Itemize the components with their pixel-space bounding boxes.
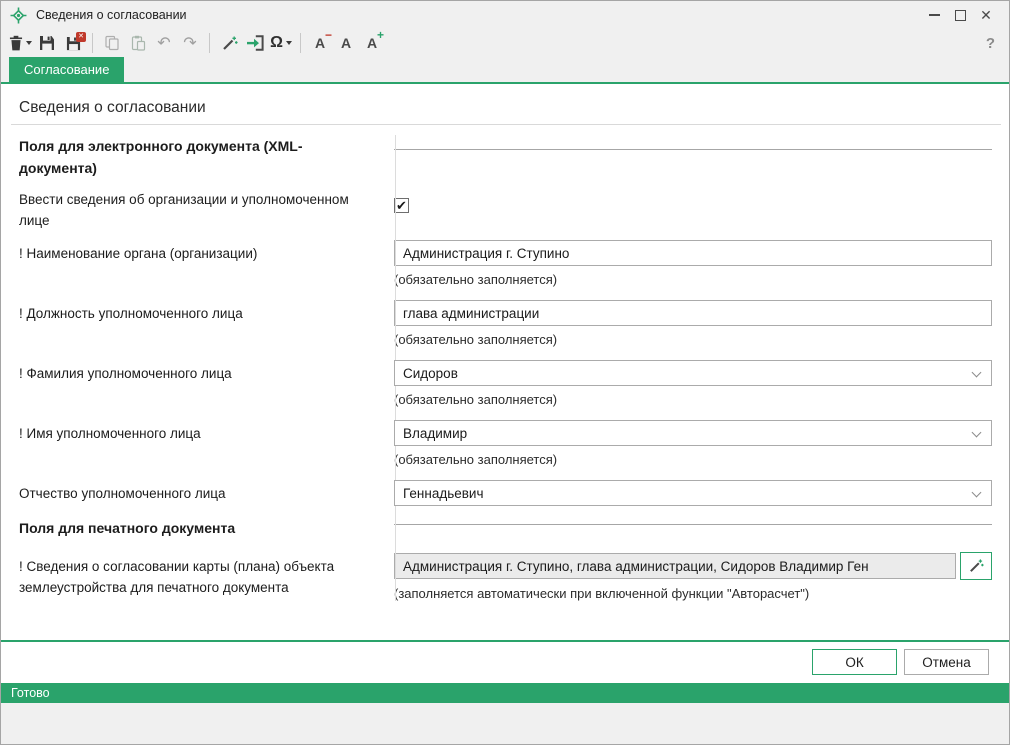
title-bar: Сведения о согласовании ✕ — [1, 1, 1009, 29]
undo-button-disabled[interactable]: ↶ — [151, 30, 177, 56]
minimize-icon — [929, 14, 940, 16]
magic-wand-icon — [968, 558, 984, 574]
window-controls: ✕ — [921, 4, 999, 26]
org-name-input[interactable] — [394, 240, 992, 266]
field-row-org-name: ! Наименование органа (организации) (обя… — [1, 240, 1009, 287]
checkbox-label: Ввести сведения об организации и уполном… — [19, 189, 372, 231]
field-caption: (заполняется автоматически при включенно… — [394, 586, 992, 601]
arrow-into-box-icon — [246, 35, 264, 51]
red-x-badge-icon: ✕ — [76, 32, 86, 42]
form: Поля для электронного документа (XML-док… — [1, 135, 1009, 601]
footer: ОК Отмена — [1, 642, 1009, 683]
copy-icon — [104, 35, 120, 51]
dropdown-caret-icon — [26, 41, 32, 45]
font-increase-icon: A+ — [367, 35, 377, 51]
trash-icon — [9, 35, 23, 51]
toolbar-separator — [300, 33, 301, 53]
section-header-row: Поля для электронного документа (XML-док… — [1, 135, 1009, 179]
delete-button[interactable] — [7, 30, 34, 56]
section-separator-line — [394, 524, 992, 525]
tab-bar: Согласование — [1, 57, 1009, 84]
surname-combobox[interactable]: Сидоров — [394, 360, 992, 386]
org-info-checkbox[interactable]: ✔ — [394, 198, 409, 213]
close-icon: ✕ — [980, 8, 992, 22]
autocalc-button[interactable] — [960, 552, 992, 580]
font-decrease-icon: A− — [315, 35, 325, 51]
tab-soglasovanie[interactable]: Согласование — [9, 57, 124, 82]
font-increase-button[interactable]: A+ — [359, 30, 385, 56]
field-label: ! Имя уполномоченного лица — [19, 420, 372, 444]
field-label: Отчество уполномоченного лица — [19, 480, 372, 504]
field-caption: (обязательно заполняется) — [394, 452, 992, 467]
save-button[interactable] — [34, 30, 60, 56]
crosshair-app-icon — [10, 7, 27, 24]
toolbar: ✕ ↶ ↷ — [1, 29, 1009, 57]
section1-title: Поля для электронного документа (XML-док… — [19, 135, 372, 179]
page-title: Сведения о согласовании — [11, 99, 1001, 125]
chevron-down-icon — [972, 488, 982, 498]
maximize-icon — [955, 10, 966, 21]
content-area: Сведения о согласовании Поля для электро… — [1, 84, 1009, 640]
close-button[interactable]: ✕ — [973, 4, 999, 26]
cancel-button[interactable]: Отмена — [904, 649, 989, 675]
section-header-row: Поля для печатного документа — [1, 517, 1009, 539]
field-row-patronymic: Отчество уполномоченного лица Геннадьеви… — [1, 480, 1009, 506]
field-caption: (обязательно заполняется) — [394, 392, 992, 407]
section-separator-line — [394, 149, 992, 150]
field-label: ! Наименование органа (организации) — [19, 240, 372, 264]
help-button[interactable]: ? — [986, 35, 995, 52]
paste-icon — [130, 35, 146, 51]
field-label: ! Сведения о согласовании карты (плана) … — [19, 553, 372, 598]
position-input[interactable] — [394, 300, 992, 326]
field-label: ! Фамилия уполномоченного лица — [19, 360, 372, 384]
combobox-value: Сидоров — [403, 366, 458, 381]
paste-button-disabled[interactable] — [125, 30, 151, 56]
font-reset-button[interactable]: A — [333, 30, 359, 56]
patronymic-combobox[interactable]: Геннадьевич — [394, 480, 992, 506]
minimize-button[interactable] — [921, 4, 947, 26]
omega-icon: Ω — [270, 34, 283, 52]
status-text: Готово — [11, 686, 50, 700]
font-reset-icon: A — [341, 35, 351, 51]
special-symbols-button[interactable]: Ω — [268, 30, 294, 56]
field-row-surname: ! Фамилия уполномоченного лица Сидоров (… — [1, 360, 1009, 407]
font-decrease-button[interactable]: A− — [307, 30, 333, 56]
field-row-position: ! Должность уполномоченного лица (обязат… — [1, 300, 1009, 347]
field-caption: (обязательно заполняется) — [394, 272, 992, 287]
combobox-value: Геннадьевич — [403, 486, 484, 501]
save-and-close-button[interactable]: ✕ — [60, 30, 86, 56]
autofill-readonly-input — [394, 553, 956, 579]
field-label: ! Должность уполномоченного лица — [19, 300, 372, 324]
toolbar-separator — [209, 33, 210, 53]
checkbox-row: Ввести сведения об организации и уполном… — [1, 189, 1009, 231]
window-bottom-strip — [1, 703, 1009, 745]
magic-wand-icon — [221, 35, 238, 52]
dropdown-caret-icon — [286, 41, 292, 45]
field-row-autofill: ! Сведения о согласовании карты (плана) … — [1, 553, 1009, 601]
copy-button-disabled[interactable] — [99, 30, 125, 56]
status-bar: Готово — [1, 683, 1009, 703]
import-button[interactable] — [242, 30, 268, 56]
window-title: Сведения о согласовании — [36, 8, 187, 22]
toolbar-separator — [92, 33, 93, 53]
chevron-down-icon — [972, 428, 982, 438]
ok-button[interactable]: ОК — [812, 649, 897, 675]
maximize-button[interactable] — [947, 4, 973, 26]
redo-button-disabled[interactable]: ↷ — [177, 30, 203, 56]
chevron-down-icon — [972, 368, 982, 378]
checkmark-icon: ✔ — [396, 199, 407, 212]
window: Сведения о согласовании ✕ — [0, 0, 1010, 745]
field-caption: (обязательно заполняется) — [394, 332, 992, 347]
autocalc-wand-button[interactable] — [216, 30, 242, 56]
section2-title: Поля для печатного документа — [19, 517, 372, 539]
combobox-value: Владимир — [403, 426, 467, 441]
field-row-firstname: ! Имя уполномоченного лица Владимир (обя… — [1, 420, 1009, 467]
save-icon — [39, 35, 55, 51]
firstname-combobox[interactable]: Владимир — [394, 420, 992, 446]
